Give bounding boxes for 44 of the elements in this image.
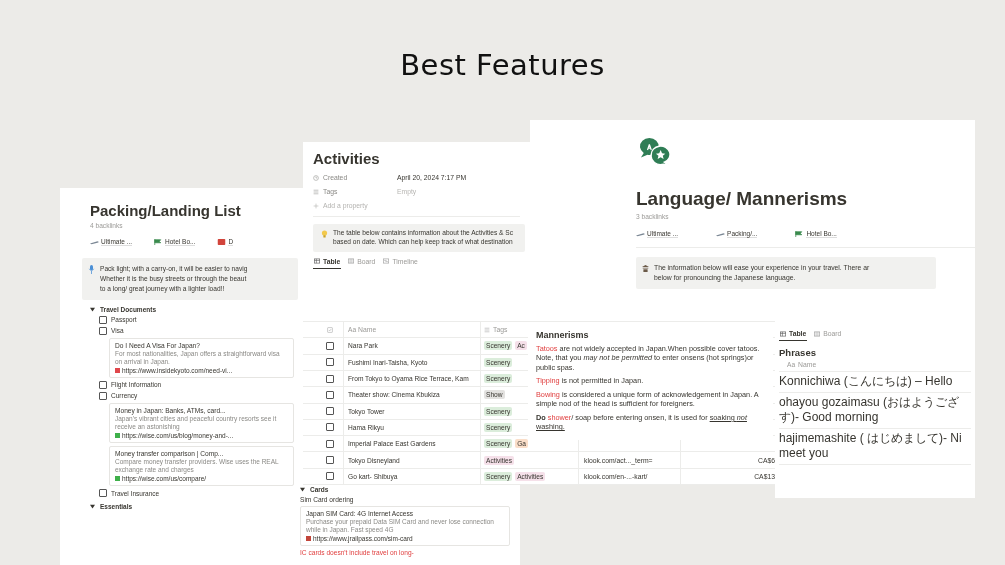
list-icon — [313, 188, 319, 195]
toggle-icon[interactable] — [90, 306, 95, 312]
phrase-text: meet you — [779, 446, 829, 462]
board-icon — [814, 330, 821, 337]
flag-icon — [795, 231, 805, 237]
checkbox[interactable] — [326, 407, 334, 416]
plus-icon — [313, 202, 319, 209]
temple-icon — [642, 264, 649, 273]
checkbox[interactable] — [99, 315, 107, 324]
toggle-icon[interactable] — [90, 504, 95, 510]
table-icon — [314, 258, 320, 265]
checkbox[interactable] — [326, 439, 334, 448]
checkbox[interactable] — [326, 390, 334, 399]
section-heading: Mannerisms — [536, 330, 590, 340]
checkbox[interactable] — [99, 326, 107, 335]
checkbox[interactable] — [326, 374, 334, 383]
checkbox[interactable] — [99, 380, 107, 389]
checkbox[interactable] — [326, 456, 334, 465]
phrase-text: hajimemashite ( はじめまして)- Ni — [779, 430, 962, 447]
checkbox[interactable] — [326, 423, 334, 432]
checkbox-column-icon — [327, 326, 333, 333]
speech-bubbles-icon — [638, 136, 672, 166]
checkbox[interactable] — [326, 472, 334, 481]
page-title: Activities — [313, 150, 381, 167]
page-heading: Best Features — [399, 47, 606, 82]
clock-icon — [313, 174, 319, 181]
book-icon — [217, 239, 227, 245]
flag-icon — [154, 239, 164, 245]
table-icon — [780, 330, 786, 337]
toggle-icon[interactable] — [300, 487, 305, 492]
phrase-text: Konnichiwa (こんにちは) – Hello — [779, 374, 953, 390]
checkbox[interactable] — [326, 358, 334, 367]
board-icon — [348, 258, 355, 265]
list-icon — [484, 326, 490, 333]
checkbox[interactable] — [99, 489, 107, 498]
database-title: Phrases — [779, 347, 817, 358]
timeline-icon — [383, 258, 390, 265]
checkbox[interactable] — [99, 391, 107, 400]
checkbox[interactable] — [326, 341, 334, 350]
phrase-text: す)- Good morning — [779, 410, 879, 426]
page-title: Packing/Landing List — [90, 202, 242, 219]
lightbulb-icon — [321, 230, 328, 239]
page-title: Language/ Mannerisms — [636, 188, 849, 210]
phrase-text: ohayou gozaimasu (おはようござ — [779, 394, 960, 411]
